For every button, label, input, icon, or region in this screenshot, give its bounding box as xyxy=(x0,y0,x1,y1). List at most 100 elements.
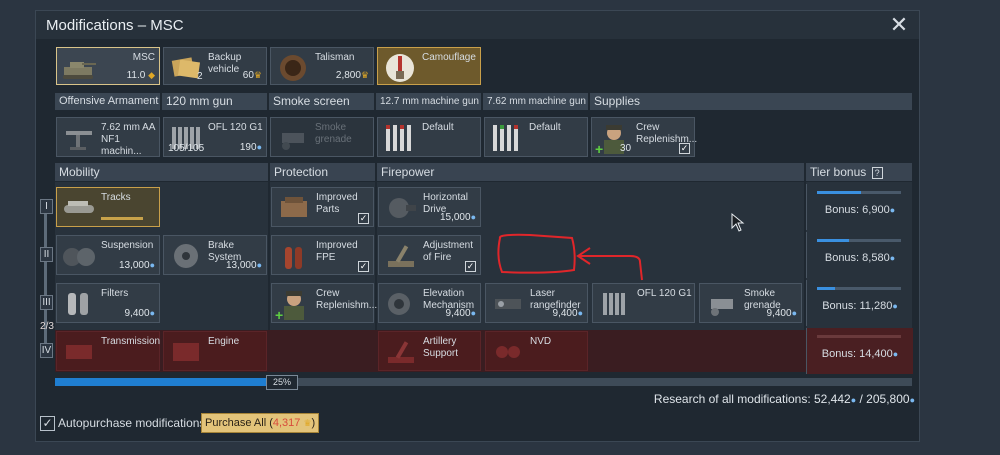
mod-horizontal-drive[interactable]: Horizontal Drive 15,000● xyxy=(378,187,481,227)
purchase-all-suffix: ) xyxy=(311,417,316,429)
mod-brake-system[interactable]: Brake System 13,000● xyxy=(163,235,267,275)
artillery-icon xyxy=(388,341,414,363)
mod-artillery-label: Artillery Support xyxy=(423,336,459,359)
autopurchase-checkbox[interactable]: ✓ xyxy=(40,416,55,431)
bonus-label: Bonus: 14,400 xyxy=(821,348,893,360)
mod-improved-fpe[interactable]: Improved FPE ✓ xyxy=(271,235,374,275)
smoke-grenade-price: 9,400 xyxy=(766,308,792,319)
research-progress-bar xyxy=(55,378,912,386)
tier-bonus-ii: Bonus: 8,580● xyxy=(806,232,913,278)
talisman-label: Talisman xyxy=(315,52,355,63)
rank-icon: ◆ xyxy=(148,70,155,80)
mod-improved-parts-label: Improved Parts xyxy=(316,192,358,215)
mod-ofl-120-g1[interactable]: OFL 120 G1 xyxy=(592,283,695,323)
weapon-main-gun-card[interactable]: OFL 120 G1 105/105 190● xyxy=(163,117,267,157)
golden-eagle-icon: ♛ xyxy=(303,418,312,428)
mod-nvd-label: NVD xyxy=(530,336,552,347)
supplies-crew-card[interactable]: Crew Replenishm... + 30 ✓ xyxy=(591,117,697,157)
ammo-belt-icon xyxy=(493,125,518,151)
mod-engine[interactable]: Engine xyxy=(163,331,267,371)
window-title: Modifications – MSC xyxy=(46,17,184,34)
bonus-bar xyxy=(817,191,901,194)
tier-progress-count: 2/3 xyxy=(40,321,54,332)
header-120mm-gun: 120 mm gun xyxy=(162,93,267,110)
turret-drive-icon xyxy=(389,198,416,218)
mod-ofl-label: OFL 120 G1 xyxy=(637,288,692,299)
backup-price: 60 xyxy=(242,70,254,81)
autopurchase-label: Autopurchase modifications xyxy=(58,416,206,430)
transmission-icon xyxy=(66,345,92,359)
mod-transmission[interactable]: Transmission xyxy=(56,331,160,371)
section-tier-bonus: Tier bonus ? xyxy=(806,163,912,181)
mod-elevation-mechanism[interactable]: Elevation Mechanism 9,400● xyxy=(378,283,481,323)
horizontal-drive-price: 15,000 xyxy=(439,212,471,223)
tier-bonus-label: Tier bonus xyxy=(810,165,867,179)
mod-crew-replenishment[interactable]: Crew Replenishm... + xyxy=(271,283,378,323)
silver-lion-icon: ● xyxy=(892,301,898,311)
mod-tracks-label: Tracks xyxy=(101,192,131,203)
purchase-all-button[interactable]: Purchase All (4,317 ♛) xyxy=(201,413,319,433)
talisman-slot[interactable]: Talisman 2,800♛ xyxy=(270,47,374,85)
weapon-7-62mm-label: Default xyxy=(529,122,561,133)
mod-nvd[interactable]: NVD xyxy=(485,331,588,371)
supplies-count: 30 xyxy=(620,143,632,154)
mod-adjustment-of-fire[interactable]: Adjustment of Fire ✓ xyxy=(378,235,481,275)
mod-artillery-support[interactable]: Artillery Support xyxy=(378,331,481,371)
mod-tracks[interactable]: Tracks xyxy=(56,187,160,227)
weapon-aa-mg-card[interactable]: 7.62 mm AA NF1 machin... xyxy=(56,117,160,157)
research-progress-fill xyxy=(55,378,270,386)
mod-filters[interactable]: Filters 9,400● xyxy=(56,283,160,323)
section-protection: Protection xyxy=(270,163,375,181)
vehicle-battle-rating: 11.0 xyxy=(126,70,146,81)
mod-suspension[interactable]: Suspension 13,000● xyxy=(56,235,160,275)
plus-icon: + xyxy=(275,307,284,323)
weapon-smoke-card[interactable]: Smoke grenade xyxy=(270,117,374,157)
silver-lion-icon: ● xyxy=(256,260,262,270)
filters-icon xyxy=(68,293,88,315)
equipped-checkbox[interactable]: ✓ xyxy=(358,261,369,272)
tracks-progress-bar xyxy=(101,217,143,220)
rangefinder-icon xyxy=(495,299,521,309)
mod-suspension-label: Suspension xyxy=(101,240,154,251)
main-gun-ammo: 105/105 xyxy=(168,143,205,154)
weapon-12-7mm-label: Default xyxy=(422,122,454,133)
backup-vehicle-slot[interactable]: Backup vehicle 2 60♛ xyxy=(163,47,267,85)
red-annotation xyxy=(497,233,643,281)
elevation-price: 9,400 xyxy=(445,308,471,319)
equipped-checkbox[interactable]: ✓ xyxy=(465,261,476,272)
brake-price: 13,000 xyxy=(225,260,257,271)
equipped-checkbox[interactable]: ✓ xyxy=(358,213,369,224)
tracks-icon xyxy=(64,201,94,213)
close-button[interactable]: ✕ xyxy=(887,13,911,37)
mod-crew-replenishment-label: Crew Replenishm... xyxy=(316,288,378,311)
suspension-price: 13,000 xyxy=(118,260,150,271)
mod-filters-label: Filters xyxy=(101,288,129,299)
tier-bonus-iv: Bonus: 14,400● xyxy=(806,328,913,374)
weapon-12-7mm-card[interactable]: Default xyxy=(377,117,481,157)
mod-improved-parts[interactable]: Improved Parts ✓ xyxy=(271,187,374,227)
research-current: Research of all modifications: 52,442 xyxy=(653,392,851,406)
help-icon[interactable]: ? xyxy=(871,167,883,179)
laser-price: 9,400 xyxy=(552,308,578,319)
equipped-checkbox[interactable]: ✓ xyxy=(679,143,690,154)
camouflage-slot[interactable]: Camouflage xyxy=(377,47,481,85)
silver-lion-icon: ● xyxy=(149,260,155,270)
tier-marker-iv: IV xyxy=(40,343,53,358)
vehicle-slot[interactable]: MSC 11.0 ◆ xyxy=(56,47,160,85)
silver-lion-icon: ● xyxy=(791,308,797,318)
filters-price: 9,400 xyxy=(124,308,150,319)
ammo-belt-icon xyxy=(386,125,411,151)
mod-smoke-grenade[interactable]: Smoke grenade 9,400● xyxy=(699,283,802,323)
brake-disc-icon xyxy=(174,244,198,268)
silver-lion-icon: ● xyxy=(470,212,476,222)
mod-laser-rangefinder[interactable]: Laser rangefinder 9,400● xyxy=(485,283,588,323)
weapon-7-62mm-card[interactable]: Default xyxy=(484,117,588,157)
tier-marker-i: I xyxy=(40,199,53,214)
mod-improved-fpe-label: Improved FPE xyxy=(316,240,358,263)
silver-lion-icon: ● xyxy=(470,308,476,318)
fire-extinguisher-icon xyxy=(285,247,302,269)
research-separator: / xyxy=(859,392,863,406)
camouflage-brush-icon xyxy=(386,54,414,82)
weapon-main-gun-label: OFL 120 G1 xyxy=(208,122,263,133)
purchase-all-cost: 4,317 xyxy=(272,417,301,429)
